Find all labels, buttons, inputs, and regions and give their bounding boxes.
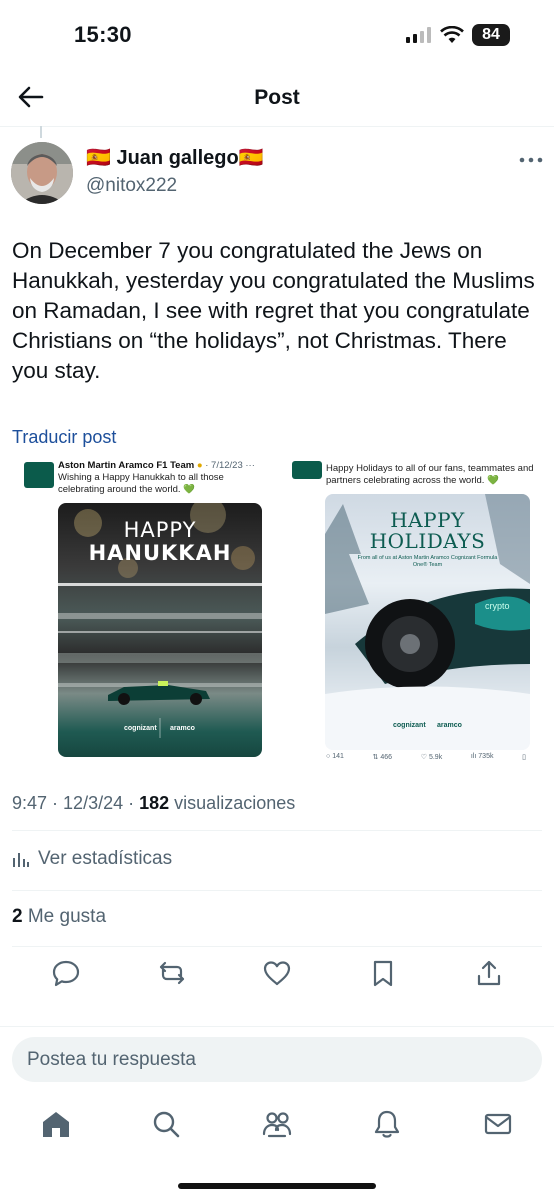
page-title: Post <box>254 86 300 109</box>
tab-notifications[interactable] <box>371 1108 403 1140</box>
repost-icon: ⇅ <box>372 754 379 761</box>
like-button[interactable] <box>262 958 292 988</box>
aston-martin-logo <box>24 462 54 488</box>
post-meta: 9:47 · 12/3/24 · 182 visualizaciones <box>12 793 296 813</box>
tab-messages[interactable] <box>482 1108 514 1140</box>
author-name[interactable]: 🇪🇸 Juan gallego🇪🇸 <box>86 145 264 170</box>
aston-martin-logo <box>292 461 322 479</box>
bookmark-icon <box>373 960 393 987</box>
divider <box>12 830 542 831</box>
heart-icon <box>263 961 291 986</box>
sponsor-aramco: aramco <box>170 725 195 732</box>
post-text: On December 7 you congratulated the Jews… <box>12 238 535 383</box>
status-icons: 84 <box>406 24 510 46</box>
bell-icon <box>374 1110 400 1138</box>
views-icon: ılı <box>470 753 477 760</box>
hanukkah-title: HAPPY HANUKKAH <box>88 518 232 565</box>
sponsor-cognizant: cognizant <box>124 725 157 732</box>
search-icon <box>153 1111 180 1138</box>
more-icon <box>519 157 543 163</box>
reply-icon <box>52 960 80 987</box>
wifi-icon <box>440 26 464 44</box>
embedded-image-hanukkah[interactable]: Aston Martin Aramco F1 Team ● · 7/12/23 … <box>18 455 276 765</box>
svg-text:crypto: crypto <box>485 601 510 611</box>
sponsor-cognizant: cognizant <box>393 722 426 729</box>
share-icon <box>477 960 501 986</box>
battery-indicator: 84 <box>472 24 510 46</box>
status-time: 15:30 <box>74 22 132 47</box>
home-icon <box>43 1112 69 1137</box>
embedded-likes: ♡ 5.9k <box>420 754 443 761</box>
view-stats-label: Ver estadísticas <box>38 848 173 869</box>
header-divider <box>0 126 554 127</box>
author-handle[interactable]: @nitox222 <box>86 175 177 197</box>
author-display-name: Juan gallego <box>116 147 239 169</box>
translate-post-link[interactable]: Traducir post <box>12 427 116 448</box>
likes-count[interactable]: 2 Me gusta <box>12 906 106 928</box>
embedded-image-holidays[interactable]: Happy Holidays to all of our fans, teamm… <box>288 457 538 767</box>
home-indicator <box>178 1183 376 1189</box>
reply-placeholder: Postea tu respuesta <box>27 1049 196 1070</box>
communities-icon <box>262 1112 292 1138</box>
spain-flag: 🇪🇸 <box>238 147 264 169</box>
embedded-author: Aston Martin Aramco F1 Team ● · 7/12/23 … <box>58 460 255 471</box>
tab-communities[interactable] <box>261 1108 293 1140</box>
spain-flag: 🇪🇸 <box>86 147 111 169</box>
repost-button[interactable] <box>157 958 187 988</box>
thread-line <box>40 126 42 138</box>
embedded-replies: ○ 141 <box>326 753 344 760</box>
view-stats-link[interactable]: Ver estadísticas <box>12 848 172 870</box>
embedded-text: Wishing a Happy Hanukkah to all those ce… <box>58 472 224 495</box>
more-icon: ··· <box>245 460 255 471</box>
sponsor-aramco: aramco <box>437 722 462 729</box>
embedded-text: Happy Holidays to all of our fans, teamm… <box>326 463 534 486</box>
avatar[interactable] <box>11 142 73 204</box>
holidays-title: HAPPY HOLIDAYS <box>369 508 486 553</box>
signal-icon <box>406 27 432 43</box>
embedded-stats: ○ 141 ⇅ 466 ♡ 5.9k ılı 735k ▯ <box>326 753 526 761</box>
tab-search[interactable] <box>150 1108 182 1140</box>
divider <box>12 890 542 891</box>
holidays-subtitle: From all of us at Aston Martin Aramco Co… <box>357 555 498 568</box>
more-options-button[interactable] <box>518 150 544 170</box>
mail-icon <box>484 1113 512 1135</box>
verified-badge-icon: ● <box>196 460 203 471</box>
reply-input[interactable]: Postea tu respuesta <box>12 1037 542 1082</box>
reply-button[interactable] <box>51 958 81 988</box>
embedded-reposts: ⇅ 466 <box>372 754 393 761</box>
share-button[interactable] <box>474 958 504 988</box>
divider <box>0 1026 554 1027</box>
reply-icon: ○ <box>326 753 331 760</box>
analytics-icon <box>13 853 29 867</box>
tab-home[interactable] <box>40 1108 72 1140</box>
divider <box>12 946 542 947</box>
holidays-poster: crypto HAPPY HOLIDAYS From all of us at … <box>325 494 530 750</box>
bookmark-icon: ▯ <box>522 754 526 761</box>
hanukkah-poster: HAPPY HANUKKAH cognizant aramco <box>58 503 262 757</box>
bookmark-button[interactable] <box>368 958 398 988</box>
heart-icon: ♡ <box>420 754 428 761</box>
repost-icon <box>159 961 185 985</box>
embedded-views: ılı 735k <box>470 753 494 760</box>
